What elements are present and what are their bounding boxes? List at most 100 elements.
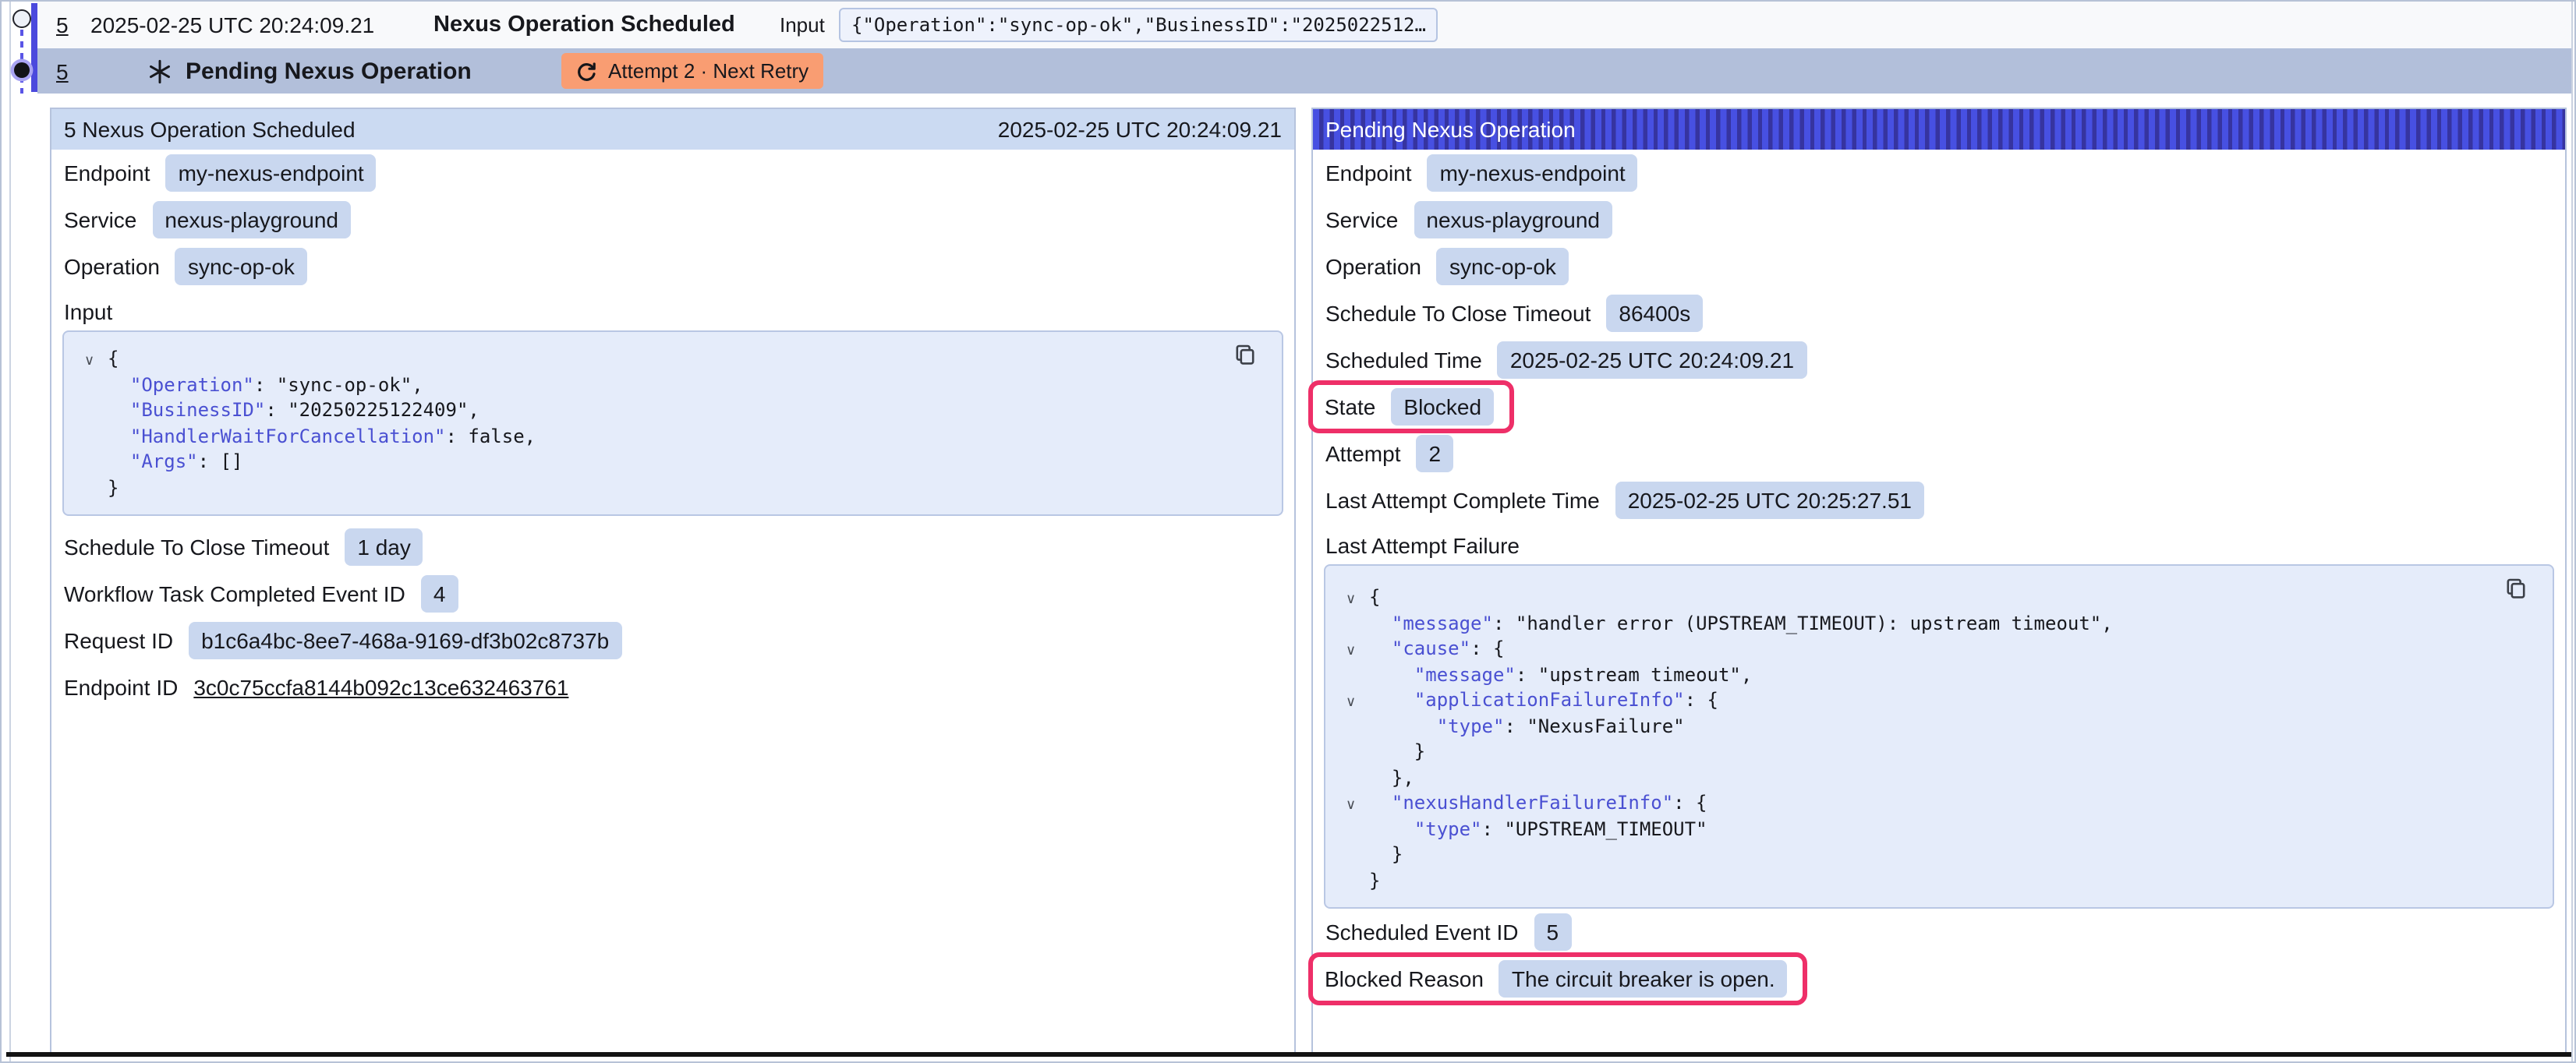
- field-value-chip: Blocked: [1391, 388, 1494, 426]
- left-edge-divider: [9, 2, 11, 1063]
- field-label: Endpoint: [1325, 161, 1412, 185]
- field-label: Endpoint: [64, 161, 150, 185]
- field-label: State: [1325, 394, 1375, 419]
- field-row-endpoint: Endpoint my-nexus-endpoint: [51, 150, 1294, 196]
- json-punctuation: ,: [412, 373, 423, 395]
- json-punctuation: :: [1504, 715, 1527, 736]
- field-label: Attempt: [1325, 441, 1401, 466]
- field-row-blocked-reason: Blocked ReasonThe circuit breaker is ope…: [1313, 955, 2565, 1002]
- field-value-chip: 5: [1534, 913, 1572, 951]
- retry-badge-label: Attempt 2 · Next Retry: [608, 59, 809, 83]
- code-line: ∨ "applicationFailureInfo": {: [1344, 687, 2534, 713]
- annotation-highlight-box: State Blocked: [1307, 380, 1514, 433]
- pending-panel-title: Pending Nexus Operation: [1325, 117, 1576, 142]
- json-punctuation: {: [108, 348, 119, 369]
- json-key: "message": [1414, 663, 1516, 685]
- json-punctuation: [1369, 663, 1414, 685]
- event-detail-fields-bottom: Schedule To Close Timeout1 dayWorkflow T…: [51, 524, 1294, 711]
- code-line: }: [83, 475, 1263, 500]
- field-row-scheduled-time: Scheduled Time2025-02-25 UTC 20:24:09.21: [1313, 337, 2565, 383]
- retry-badge[interactable]: Attempt 2 · Next Retry: [561, 53, 823, 89]
- field-row-schedule-to-close-timeout: Schedule To Close Timeout1 day: [51, 524, 1294, 570]
- json-punctuation: }: [1369, 869, 1380, 891]
- code-line: ∨ "cause": {: [1344, 636, 2534, 662]
- field-row-schedule-to-close-timeout: Schedule To Close Timeout 86400s: [1313, 290, 2565, 337]
- event-id-link[interactable]: 5: [56, 12, 69, 37]
- pending-operation-row[interactable]: 5 Pending Nexus Operation Attempt 2 · Ne…: [2, 48, 2571, 94]
- field-value-chip: my-nexus-endpoint: [166, 154, 377, 192]
- right-edge-divider: [2571, 2, 2573, 1063]
- field-row-state: State Blocked: [1313, 383, 2565, 430]
- field-value-chip: nexus-playground: [152, 201, 351, 238]
- json-punctuation: [1369, 818, 1414, 839]
- field-row-operation: Operation sync-op-ok: [1313, 243, 2565, 290]
- field-label: Schedule To Close Timeout: [1325, 301, 1591, 326]
- field-row-request-id: Request IDb1c6a4bc-8ee7-468a-9169-df3b02…: [51, 617, 1294, 664]
- annotation-highlight-box: Blocked ReasonThe circuit breaker is ope…: [1307, 952, 1808, 1005]
- json-punctuation: ,: [1741, 663, 1752, 685]
- json-punctuation: [108, 399, 130, 421]
- code-line: "type": "UPSTREAM_TIMEOUT": [1344, 816, 2534, 842]
- input-label: Input: [780, 13, 825, 37]
- code-line: "type": "NexusFailure": [1344, 713, 2534, 739]
- json-value: "handler error (UPSTREAM_TIMEOUT): upstr…: [1516, 612, 2101, 634]
- code-line: "message": "upstream timeout",: [1344, 662, 2534, 687]
- field-label: Service: [64, 207, 136, 232]
- json-punctuation: :: [198, 450, 221, 472]
- json-punctuation: [1369, 792, 1392, 814]
- field-label: Operation: [1325, 254, 1421, 279]
- json-punctuation: ,: [2101, 612, 2112, 634]
- json-punctuation: {: [1369, 586, 1380, 608]
- section-bottom-border: [6, 1052, 2571, 1056]
- field-label: Service: [1325, 207, 1398, 232]
- field-label: Scheduled Time: [1325, 348, 1482, 373]
- json-punctuation: },: [1369, 766, 1414, 788]
- input-json-viewer: ∨{ "Operation": "sync-op-ok", "BusinessI…: [62, 330, 1283, 516]
- json-key: "nexusHandlerFailureInfo": [1392, 792, 1673, 814]
- field-value-chip: 2025-02-25 UTC 20:25:27.51: [1615, 482, 1924, 519]
- json-punctuation: : {: [1673, 792, 1707, 814]
- pending-event-id-link[interactable]: 5: [56, 58, 69, 83]
- code-line: "message": "handler error (UPSTREAM_TIME…: [1344, 610, 2534, 636]
- code-line: }: [1344, 739, 2534, 765]
- pending-operation-panel: Pending Nexus Operation Endpointmy-nexus…: [1311, 108, 2567, 1055]
- json-punctuation: :: [1482, 818, 1505, 839]
- event-detail-timestamp: 2025-02-25 UTC 20:24:09.21: [998, 117, 1282, 142]
- pending-operation-title: Pending Nexus Operation: [186, 58, 472, 84]
- field-row-workflow-task-completed-event-id: Workflow Task Completed Event ID4: [51, 570, 1294, 617]
- field-value-chip: sync-op-ok: [175, 248, 307, 285]
- json-key: "Operation": [130, 373, 254, 395]
- json-punctuation: [108, 373, 130, 395]
- json-punctuation: }: [108, 476, 119, 498]
- code-line: },: [1344, 765, 2534, 790]
- code-line: ∨{: [1344, 584, 2534, 610]
- copy-icon[interactable]: [2504, 577, 2528, 600]
- json-punctuation: ,: [468, 399, 479, 421]
- copy-icon[interactable]: [1233, 343, 1257, 366]
- field-value-link[interactable]: 3c0c75ccfa8144b092c13ce632463761: [193, 675, 568, 700]
- json-key: "type": [1414, 818, 1482, 839]
- field-row-last-attempt-complete-time: Last Attempt Complete Time 2025-02-25 UTC…: [1313, 477, 2565, 524]
- field-value-chip: 86400s: [1606, 295, 1703, 332]
- json-value: "NexusFailure": [1527, 715, 1684, 736]
- pending-fields-bottom: Scheduled Event ID5Blocked ReasonThe cir…: [1313, 909, 2565, 1002]
- json-punctuation: [1369, 637, 1392, 659]
- code-line: ∨{: [83, 346, 1263, 372]
- json-punctuation: [1369, 612, 1392, 634]
- json-punctuation: : {: [1470, 637, 1504, 659]
- field-label: Last Attempt Complete Time: [1325, 488, 1600, 513]
- field-value-chip: sync-op-ok: [1437, 248, 1569, 285]
- json-key: "type": [1437, 715, 1505, 736]
- field-label: Endpoint ID: [64, 675, 178, 700]
- json-value: "upstream timeout": [1538, 663, 1741, 685]
- event-summary-row[interactable]: 5 2025-02-25 UTC 20:24:09.21 Nexus Opera…: [2, 2, 2571, 48]
- field-row-service: Servicenexus-playground: [1313, 196, 2565, 243]
- input-preview-chip[interactable]: {"Operation":"sync-op-ok","BusinessID":"…: [839, 8, 1438, 42]
- json-punctuation: :: [254, 373, 277, 395]
- json-punctuation: :: [265, 399, 288, 421]
- event-detail-header: 5 Nexus Operation Scheduled 2025-02-25 U…: [51, 109, 1294, 150]
- event-timestamp: 2025-02-25 UTC 20:24:09.21: [90, 12, 374, 37]
- pending-fields-top: Endpointmy-nexus-endpointServicenexus-pl…: [1313, 150, 2565, 524]
- code-line: "Operation": "sync-op-ok",: [83, 372, 1263, 397]
- json-punctuation: ,: [525, 425, 536, 447]
